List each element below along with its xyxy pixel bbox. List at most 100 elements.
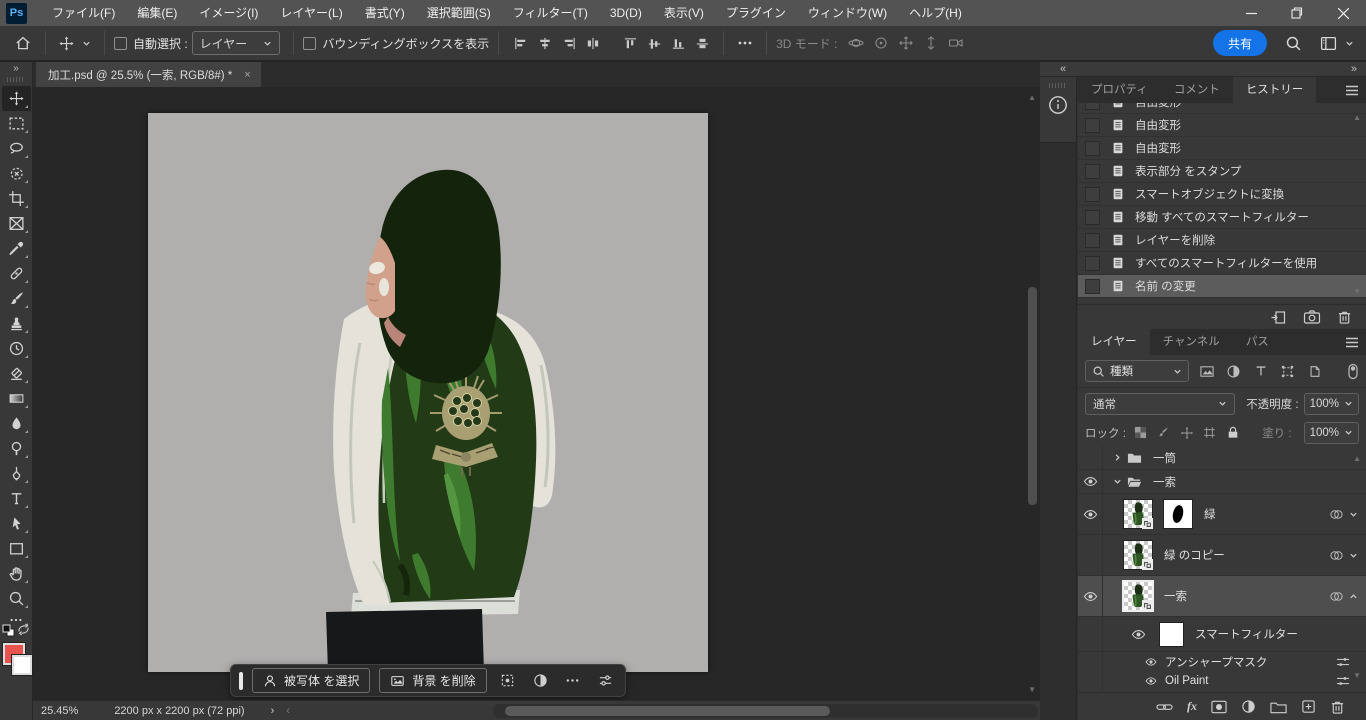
history-row[interactable]: 表示部分 をスタンプ [1078, 160, 1366, 183]
link-layers-icon[interactable] [1156, 700, 1173, 714]
crop-tool[interactable] [2, 186, 31, 211]
history-row[interactable]: スマートオブジェクトに変換 [1078, 183, 1366, 206]
history-source-checkbox[interactable] [1085, 233, 1100, 248]
collapse-panels-icon[interactable]: « [1060, 64, 1066, 74]
horizontal-scrollbar[interactable] [505, 706, 830, 716]
filter-name[interactable]: Oil Paint [1165, 675, 1208, 687]
swap-colors-icon[interactable] [17, 623, 30, 636]
layers-tab-1[interactable]: チャンネル [1150, 329, 1233, 355]
minimize-button[interactable] [1228, 0, 1274, 26]
smart-filter-visibility-icon[interactable] [1131, 627, 1146, 642]
rectangle-tool[interactable] [2, 536, 31, 561]
layer-visibility-empty[interactable] [1078, 652, 1103, 671]
restore-button[interactable] [1274, 0, 1320, 26]
adjustment-icon[interactable] [528, 668, 552, 693]
layer-thumbnail[interactable] [1124, 582, 1152, 610]
expand-panels-icon[interactable]: » [1351, 64, 1357, 74]
collapse-effects-icon[interactable] [1349, 592, 1358, 601]
select-subject-button[interactable]: 被写体 を選択 [252, 668, 370, 693]
filter-smart-objects-icon[interactable] [1305, 364, 1324, 379]
workspace-chevron-icon[interactable] [1341, 39, 1358, 48]
roll-3d-icon[interactable] [868, 31, 893, 55]
distribute-v-icon[interactable] [690, 31, 714, 55]
close-button[interactable] [1320, 0, 1366, 26]
history-source-checkbox[interactable] [1085, 187, 1100, 202]
blur-tool[interactable] [2, 411, 31, 436]
delete-state-icon[interactable] [1337, 309, 1352, 325]
blend-mode-dropdown[interactable]: 通常 [1085, 393, 1235, 415]
layer-row-3[interactable]: 緑 のコピー [1078, 535, 1366, 576]
status-flyout-icon[interactable]: › [259, 705, 287, 717]
history-row[interactable]: 自由変形 [1078, 137, 1366, 160]
filter-visibility-icon[interactable] [1145, 656, 1157, 668]
clone-stamp-tool[interactable] [2, 311, 31, 336]
smart-filter-mask-thumbnail[interactable] [1160, 623, 1183, 646]
vertical-scrollbar[interactable] [1028, 287, 1037, 505]
layers-scroll-up-icon[interactable]: ▲ [1353, 454, 1361, 463]
current-tool-icon[interactable] [55, 36, 78, 51]
new-adjustment-layer-icon[interactable] [1241, 699, 1256, 714]
tool-preset-chevron-icon[interactable] [78, 39, 95, 48]
layer-visibility-icon[interactable] [1078, 470, 1103, 493]
pan-3d-icon[interactable] [893, 31, 918, 55]
frame-tool[interactable] [2, 211, 31, 236]
delete-layer-icon[interactable] [1330, 699, 1345, 715]
layer-visibility-empty[interactable] [1078, 671, 1103, 690]
auto-select-target-dropdown[interactable]: レイヤー [192, 31, 281, 55]
history-tab-1[interactable]: コメント [1161, 77, 1233, 103]
align-top-icon[interactable] [618, 31, 642, 55]
orbit-3d-icon[interactable] [843, 31, 868, 55]
brush-tool[interactable] [2, 286, 31, 311]
remove-background-button[interactable]: 背景 を削除 [379, 668, 486, 693]
layer-row-5[interactable]: スマートフィルター [1078, 617, 1366, 652]
layer-style-icon[interactable]: fx [1187, 699, 1197, 714]
auto-select-checkbox[interactable] [114, 37, 127, 50]
layer-row-1[interactable]: 一索 [1078, 470, 1366, 494]
background-color-swatch[interactable] [12, 655, 32, 675]
lasso-tool[interactable] [2, 136, 31, 161]
new-layer-icon[interactable] [1301, 699, 1316, 714]
canvas-area[interactable]: 被写体 を選択 背景 を削除 ▲ ▼ [33, 87, 1040, 700]
history-row[interactable]: 名前 の変更 [1078, 275, 1366, 298]
dodge-tool[interactable] [2, 436, 31, 461]
search-icon[interactable] [1281, 35, 1306, 52]
lock-pixels-icon[interactable] [1156, 426, 1172, 439]
layers-tab-2[interactable]: パス [1233, 329, 1282, 355]
layer-row-6[interactable]: アンシャープマスク [1078, 652, 1366, 671]
share-button[interactable]: 共有 [1213, 30, 1267, 56]
layer-visibility-empty[interactable] [1078, 446, 1103, 469]
history-scroll-up-icon[interactable]: ▲ [1353, 113, 1361, 122]
type-tool[interactable] [2, 486, 31, 511]
path-selection-tool[interactable] [2, 511, 31, 536]
group-collapse-icon[interactable] [1109, 477, 1125, 486]
lock-artboard-icon[interactable] [1202, 426, 1218, 439]
camera-3d-icon[interactable] [943, 31, 968, 55]
menu-item-9[interactable]: プラグイン [715, 0, 797, 26]
layer-name[interactable]: 緑 のコピー [1164, 547, 1225, 563]
lock-position-icon[interactable] [1179, 426, 1195, 440]
history-source-checkbox[interactable] [1085, 118, 1100, 133]
history-source-checkbox[interactable] [1085, 210, 1100, 225]
history-panel-menu-icon[interactable] [1338, 77, 1366, 103]
scroll-down-icon[interactable]: ▼ [1028, 685, 1036, 694]
lock-all-icon[interactable] [1225, 426, 1241, 439]
eyedropper-tool[interactable] [2, 236, 31, 261]
add-mask-icon[interactable] [1211, 700, 1227, 714]
healing-brush-tool[interactable] [2, 261, 31, 286]
selection-tools-icon[interactable] [496, 668, 520, 693]
info-panel-button[interactable] [1040, 77, 1076, 143]
show-bbox-checkbox[interactable] [303, 37, 316, 50]
taskbar-grip[interactable] [239, 672, 243, 690]
history-row[interactable]: レイヤーを削除 [1078, 229, 1366, 252]
workspace-icon[interactable] [1316, 35, 1341, 52]
lock-transparency-icon[interactable] [1133, 426, 1149, 439]
align-middle-icon[interactable] [642, 31, 666, 55]
home-icon[interactable] [10, 34, 36, 52]
filter-pixel-layers-icon[interactable] [1197, 364, 1216, 379]
history-row[interactable]: 移動 すべてのスマートフィルター [1078, 206, 1366, 229]
taskbar-more-icon[interactable] [561, 668, 585, 693]
layer-row-4[interactable]: 一索 [1078, 576, 1366, 617]
object-selection-tool[interactable] [2, 161, 31, 186]
gradient-tool[interactable] [2, 386, 31, 411]
horizontal-scrollbar-track[interactable] [493, 704, 1038, 718]
